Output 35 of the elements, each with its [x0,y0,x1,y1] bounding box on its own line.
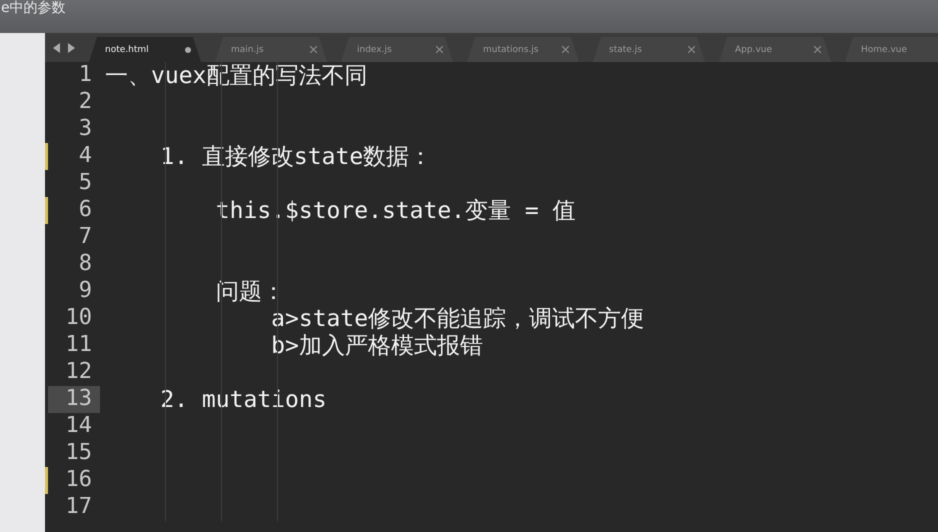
close-icon[interactable] [436,46,443,53]
line-number: 9 [78,278,93,305]
line-number: 3 [78,116,93,143]
code-line: this.$store.state.变量 = 值 [214,197,576,226]
line-number: 17 [64,494,93,521]
line-number: 14 [64,413,93,440]
code-line: a>state修改不能追踪，调试不方便 [270,305,644,334]
line-number: 12 [64,359,93,386]
line-number: 4 [78,143,93,170]
line-number: 6 [78,197,93,224]
tab-navigation-icon[interactable] [53,43,75,53]
line-number: 1 [78,62,93,89]
line-number: 7 [78,224,93,251]
line-number: 5 [78,170,93,197]
file-tab[interactable]: App.vue [719,37,831,62]
video-title: e中的参数 [0,0,66,16]
file-tab[interactable]: index.js [341,37,453,62]
line-number: 8 [78,251,93,278]
code-line: 问题： [214,278,285,307]
line-number: 10 [64,305,93,332]
line-number: 15 [64,440,93,467]
close-icon[interactable] [310,46,317,53]
line-number: 16 [64,467,93,494]
file-tab[interactable]: state.js [593,37,705,62]
close-icon[interactable] [562,46,569,53]
code-line: b>加入严格模式报错 [270,332,483,361]
line-number: 11 [64,332,93,359]
close-icon[interactable] [688,46,695,53]
close-icon[interactable] [814,46,821,53]
line-number: 2 [78,89,93,116]
line-number: 13 [48,386,100,413]
file-tab[interactable]: main.js [215,37,327,62]
file-tab[interactable]: Home.vue [845,37,938,62]
file-tab[interactable]: note.html [89,37,201,62]
file-tab[interactable]: mutations.js [467,37,579,62]
